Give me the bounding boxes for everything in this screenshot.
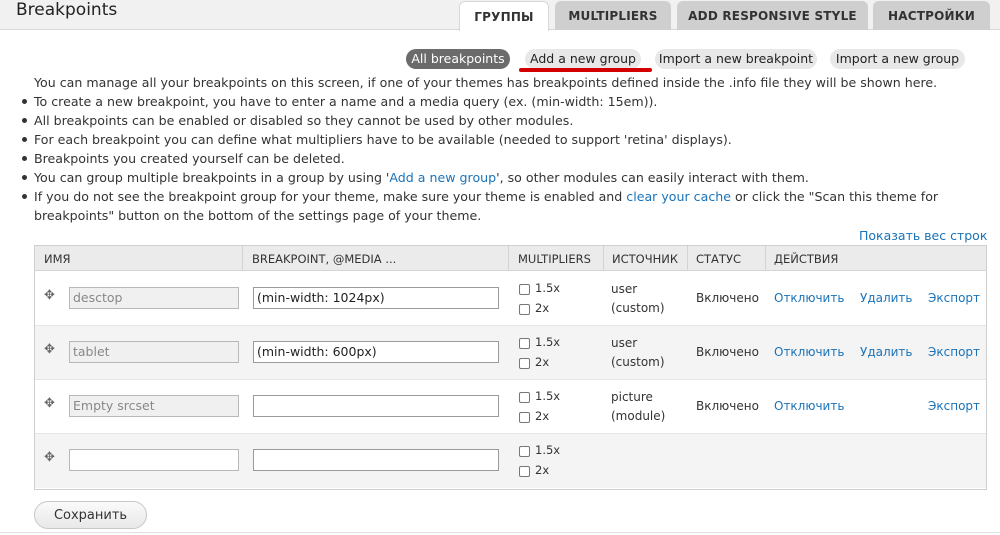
drag-handle-icon[interactable]: ✥ bbox=[44, 288, 55, 303]
clear-cache-link[interactable]: clear your cache bbox=[626, 189, 731, 204]
column-header-source[interactable]: ИСТОЧНИК bbox=[603, 246, 678, 271]
multiplier-label: 1.5x bbox=[535, 281, 561, 295]
delete-link[interactable]: Удалить bbox=[860, 291, 913, 305]
table-row-new: ✥ 1.5x 2x bbox=[35, 434, 986, 488]
multiplier-label: 1.5x bbox=[535, 389, 561, 403]
source-name: user bbox=[611, 282, 638, 296]
add-new-group-link[interactable]: Add a new group bbox=[389, 170, 496, 185]
source-text: user (custom) bbox=[611, 280, 665, 318]
save-button[interactable]: Сохранить bbox=[34, 501, 147, 529]
multiplier-2x-checkbox[interactable] bbox=[519, 466, 530, 477]
breakpoint-name-field[interactable]: Empty srcset bbox=[69, 395, 239, 417]
breakpoint-query-field[interactable] bbox=[253, 395, 499, 417]
bullet bbox=[22, 194, 27, 199]
table-row: ✥ tablet (min-width: 600px) 1.5x 2x user… bbox=[35, 326, 986, 380]
help-text: ', so other modules can easily interact … bbox=[496, 170, 809, 185]
header-bar: Breakpoints ГРУППЫ MULTIPLIERS ADD RESPO… bbox=[0, 0, 1000, 31]
disable-link[interactable]: Отключить bbox=[774, 291, 844, 305]
bullet bbox=[22, 156, 27, 161]
export-link[interactable]: Экспорт bbox=[928, 291, 980, 305]
highlight-underline bbox=[519, 68, 652, 72]
source-name: picture bbox=[611, 390, 653, 404]
bullet bbox=[22, 137, 27, 142]
tab-groups[interactable]: ГРУППЫ bbox=[459, 1, 549, 31]
column-header-status[interactable]: СТАТУС bbox=[687, 246, 741, 271]
help-item: Breakpoints you created yourself can be … bbox=[34, 151, 345, 166]
status-text: Включено bbox=[696, 291, 759, 305]
subnav-import-group[interactable]: Import a new group bbox=[830, 49, 965, 69]
tab-add-responsive-style[interactable]: ADD RESPONSIVE STYLE bbox=[677, 1, 868, 30]
column-header-actions[interactable]: ДЕЙСТВИЯ bbox=[765, 246, 838, 271]
help-item: All breakpoints can be enabled or disabl… bbox=[34, 113, 574, 128]
divider bbox=[0, 532, 1000, 533]
multiplier-label: 2x bbox=[535, 409, 550, 423]
show-row-weights-link[interactable]: Показать вес строк bbox=[859, 228, 987, 243]
multiplier-2x-checkbox[interactable] bbox=[519, 304, 530, 315]
help-text: You can group multiple breakpoints in a … bbox=[34, 170, 390, 185]
status-text: Включено bbox=[696, 345, 759, 359]
breakpoints-table: ИМЯ BREAKPOINT, @MEDIA ... MULTIPLIERS И… bbox=[34, 245, 987, 490]
bullet bbox=[22, 99, 27, 104]
help-item: To create a new breakpoint, you have to … bbox=[34, 94, 658, 109]
multiplier-label: 2x bbox=[535, 463, 550, 477]
table-row: ✥ desctop (min-width: 1024px) 1.5x 2x us… bbox=[35, 272, 986, 326]
multiplier-label: 1.5x bbox=[535, 335, 561, 349]
breakpoint-name-field[interactable]: desctop bbox=[69, 287, 239, 309]
status-text: Включено bbox=[696, 399, 759, 413]
help-text: or click the "Scan this theme for bbox=[730, 189, 939, 204]
source-type: (module) bbox=[611, 409, 666, 423]
table-row: ✥ Empty srcset 1.5x 2x picture (module) В… bbox=[35, 380, 986, 434]
tab-settings[interactable]: НАСТРОЙКИ bbox=[873, 1, 990, 30]
source-name: user bbox=[611, 336, 638, 350]
delete-link[interactable]: Удалить bbox=[860, 345, 913, 359]
help-item: For each breakpoint you can define what … bbox=[34, 132, 732, 147]
source-text: picture (module) bbox=[611, 388, 665, 426]
column-header-multipliers[interactable]: MULTIPLIERS bbox=[509, 246, 591, 271]
drag-handle-icon[interactable]: ✥ bbox=[44, 342, 55, 357]
new-breakpoint-name-field[interactable] bbox=[69, 449, 239, 471]
multiplier-1-5x-checkbox[interactable] bbox=[519, 338, 530, 349]
disable-link[interactable]: Отключить bbox=[774, 345, 844, 359]
multiplier-label: 2x bbox=[535, 301, 550, 315]
help-item: You can group multiple breakpoints in a … bbox=[34, 170, 984, 185]
drag-handle-icon[interactable]: ✥ bbox=[44, 396, 55, 411]
multiplier-1-5x-checkbox[interactable] bbox=[519, 284, 530, 295]
tab-multipliers[interactable]: MULTIPLIERS bbox=[555, 1, 671, 30]
column-header-name[interactable]: ИМЯ bbox=[35, 246, 71, 271]
breakpoint-query-field[interactable]: (min-width: 1024px) bbox=[253, 287, 499, 309]
export-link[interactable]: Экспорт bbox=[928, 399, 980, 413]
column-header-breakpoint[interactable]: BREAKPOINT, @MEDIA ... bbox=[243, 246, 396, 271]
breakpoint-name-field[interactable]: tablet bbox=[69, 341, 239, 363]
bullet bbox=[22, 175, 27, 180]
bullet bbox=[22, 118, 27, 123]
help-text: If you do not see the breakpoint group f… bbox=[34, 189, 627, 204]
source-type: (custom) bbox=[611, 301, 665, 315]
multiplier-1-5x-checkbox[interactable] bbox=[519, 446, 530, 457]
multiplier-2x-checkbox[interactable] bbox=[519, 358, 530, 369]
breakpoint-query-field[interactable]: (min-width: 600px) bbox=[253, 341, 499, 363]
multiplier-label: 1.5x bbox=[535, 443, 561, 457]
multiplier-label: 2x bbox=[535, 355, 550, 369]
multiplier-2x-checkbox[interactable] bbox=[519, 412, 530, 423]
help-item-continued: breakpoints" button on the bottom of the… bbox=[34, 208, 482, 223]
help-intro: You can manage all your breakpoints on t… bbox=[34, 75, 938, 90]
subnav-import-breakpoint[interactable]: Import a new breakpoint bbox=[655, 49, 817, 69]
subnav-all-breakpoints[interactable]: All breakpoints bbox=[406, 49, 510, 69]
source-type: (custom) bbox=[611, 355, 665, 369]
new-breakpoint-query-field[interactable] bbox=[253, 449, 499, 471]
export-link[interactable]: Экспорт bbox=[928, 345, 980, 359]
disable-link[interactable]: Отключить bbox=[774, 399, 844, 413]
multiplier-1-5x-checkbox[interactable] bbox=[519, 392, 530, 403]
table-header: ИМЯ BREAKPOINT, @MEDIA ... MULTIPLIERS И… bbox=[35, 246, 986, 271]
page-title: Breakpoints bbox=[16, 0, 118, 20]
help-item: If you do not see the breakpoint group f… bbox=[34, 189, 984, 204]
drag-handle-icon[interactable]: ✥ bbox=[44, 450, 55, 465]
source-text: user (custom) bbox=[611, 334, 665, 372]
subnav-add-new-group[interactable]: Add a new group bbox=[525, 49, 641, 69]
